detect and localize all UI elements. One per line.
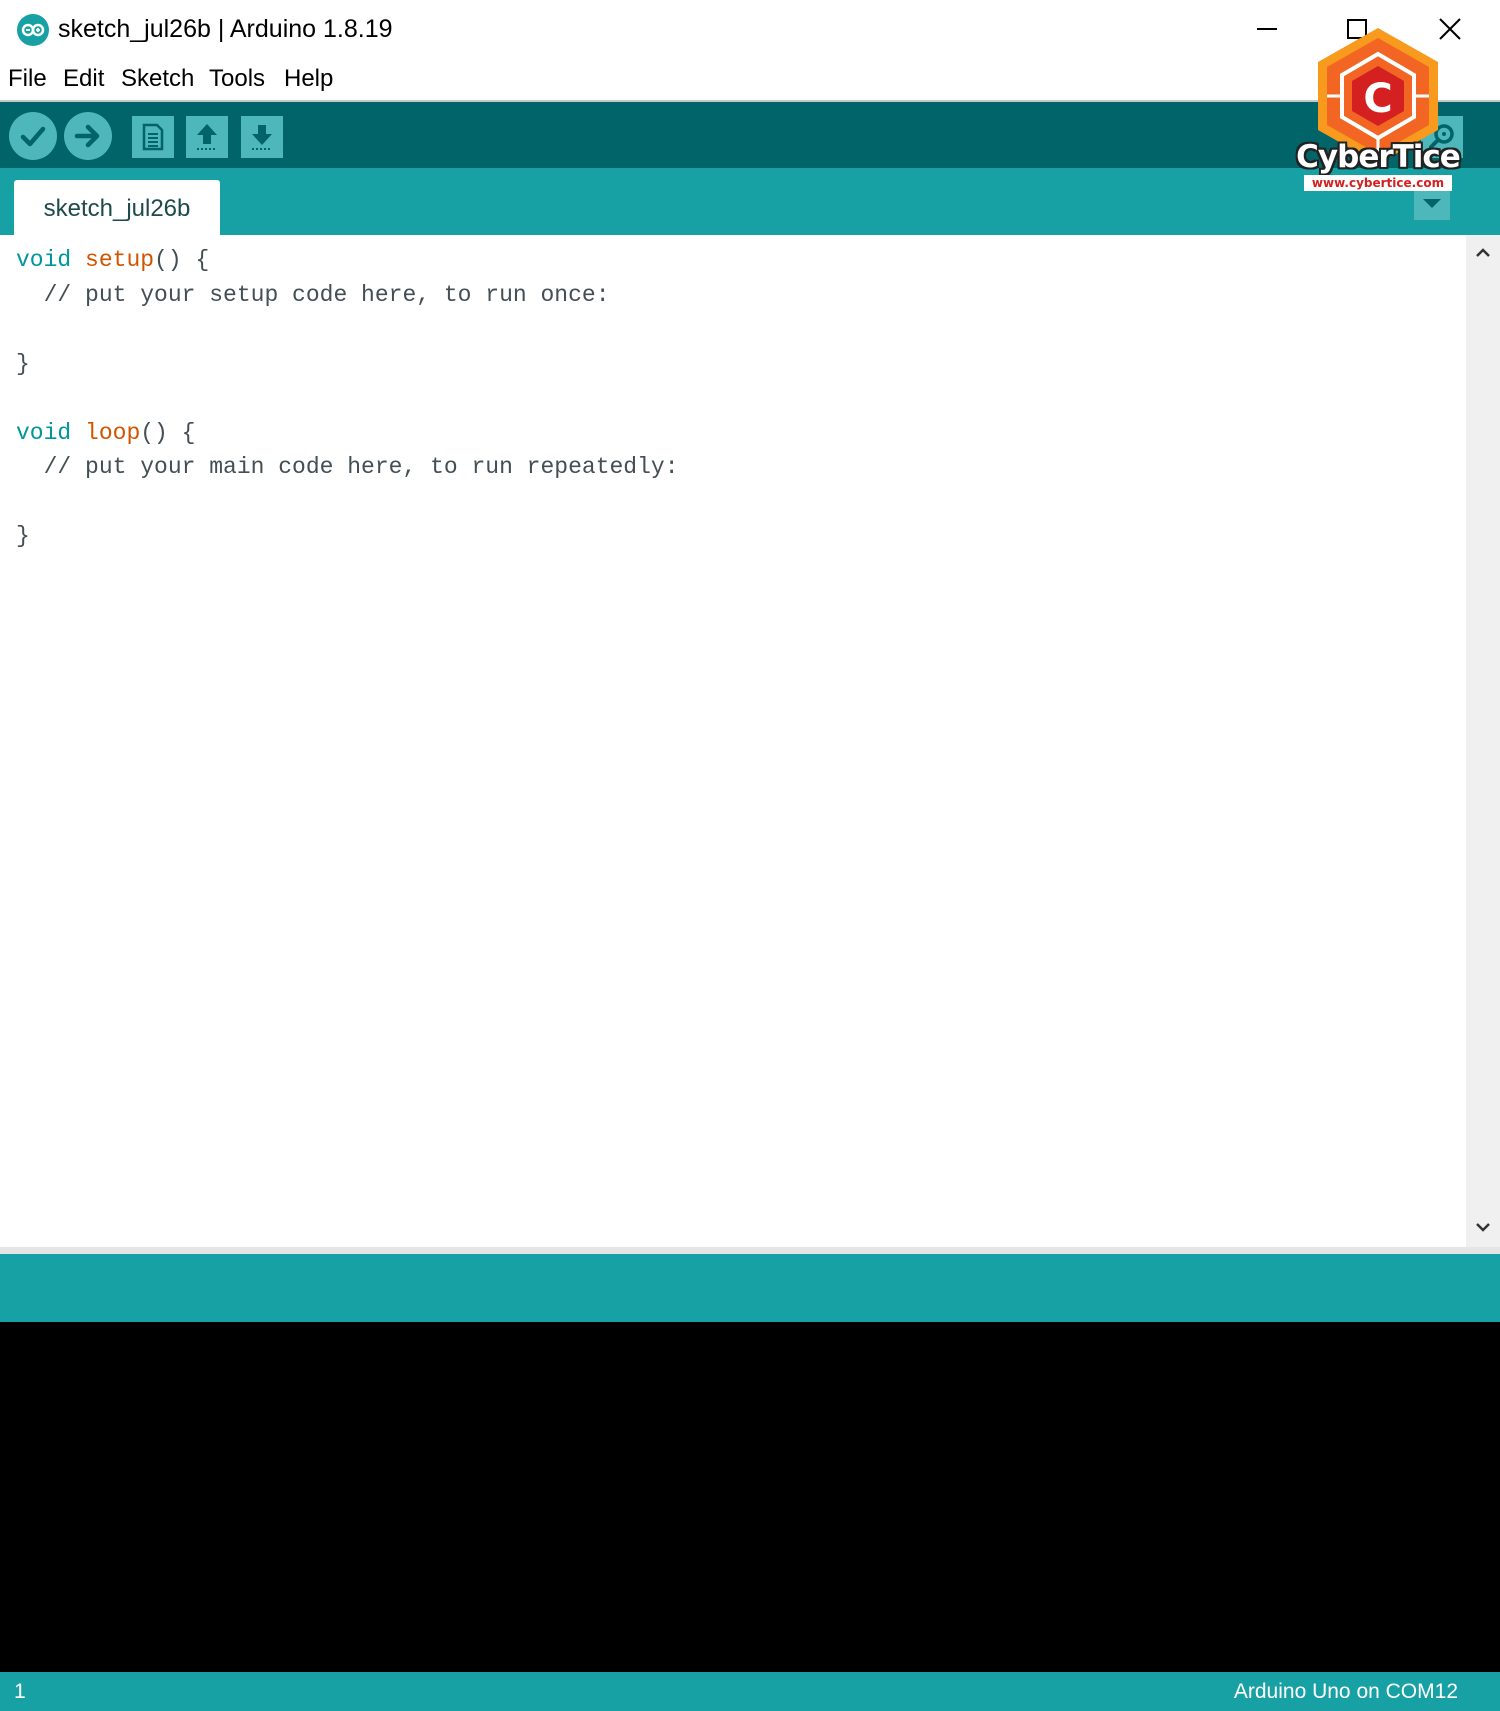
code-function-name: loop [85, 419, 141, 446]
menu-edit[interactable]: Edit [63, 64, 104, 94]
code-text-segment [16, 385, 30, 411]
board-port-info: Arduino Uno on COM12 [1233, 1680, 1458, 1703]
tab-sketch[interactable]: sketch_jul26b [14, 180, 220, 235]
chevron-down-icon [1476, 1223, 1490, 1232]
code-line: void setup() { [16, 243, 679, 278]
tab-label: sketch_jul26b [43, 195, 191, 222]
verify-button[interactable] [9, 112, 57, 160]
arduino-logo-icon [17, 14, 49, 46]
menu-tools[interactable]: Tools [209, 64, 265, 94]
code-text-segment: // put your main code here, to run repea… [16, 454, 679, 480]
scroll-up-button[interactable] [1466, 239, 1500, 267]
upload-button[interactable] [64, 112, 112, 160]
code-text-segment: // put your setup code here, to run once… [16, 281, 610, 308]
title-bar[interactable]: sketch_jul26b | Arduino 1.8.19 [0, 0, 1500, 58]
menu-file[interactable]: File [8, 64, 47, 94]
code-line: } [16, 347, 679, 382]
console-output[interactable] [0, 1322, 1500, 1672]
code-line: } [16, 519, 679, 554]
logo-letter: C [1363, 76, 1392, 122]
code-line [16, 312, 679, 347]
code-line: // put your setup code here, to run once… [16, 278, 679, 313]
code-keyword: void [16, 247, 72, 273]
code-keyword: void [16, 419, 72, 446]
code-text-segment [16, 316, 30, 342]
menu-bar: File Edit Sketch Tools Help [0, 58, 1500, 102]
menu-sketch[interactable]: Sketch [121, 64, 194, 94]
chevron-up-icon [1476, 248, 1490, 257]
watermark-brand-name: CyberTice [1296, 139, 1461, 175]
code-function-name: setup [85, 247, 155, 273]
scroll-down-button[interactable] [1466, 1213, 1500, 1241]
menu-help[interactable]: Help [284, 64, 333, 94]
open-button[interactable] [186, 116, 228, 158]
code-line [16, 485, 679, 520]
line-number: 1 [14, 1680, 26, 1703]
minimize-icon [1257, 28, 1277, 30]
check-icon [20, 126, 46, 147]
code-text-segment [16, 489, 30, 515]
code-text[interactable]: void setup() { // put your setup code he… [16, 243, 679, 554]
code-punctuation: () { [140, 419, 196, 446]
save-button[interactable] [241, 116, 283, 158]
message-area [0, 1254, 1500, 1322]
status-bar: 1 Arduino Uno on COM12 [0, 1672, 1500, 1711]
editor-console-divider[interactable] [0, 1247, 1500, 1254]
arrow-up-icon [197, 124, 217, 150]
code-line: void loop() { [16, 416, 679, 451]
code-editor[interactable]: void setup() { // put your setup code he… [0, 235, 1466, 1247]
arrow-down-icon [252, 125, 272, 150]
code-punctuation: () { [154, 247, 210, 273]
code-line [16, 381, 679, 416]
window-title: sketch_jul26b | Arduino 1.8.19 [58, 15, 393, 43]
editor-vertical-scrollbar[interactable] [1466, 235, 1500, 1247]
code-text-segment: } [16, 523, 30, 549]
code-line: // put your main code here, to run repea… [16, 450, 679, 485]
document-icon [142, 123, 164, 151]
code-text-segment: } [16, 350, 30, 377]
new-button[interactable] [132, 116, 174, 158]
tab-strip: sketch_jul26b [0, 168, 1500, 235]
watermark-url: www.cybertice.com [1304, 175, 1452, 191]
toolbar [0, 102, 1500, 168]
arrow-right-icon [74, 124, 100, 148]
